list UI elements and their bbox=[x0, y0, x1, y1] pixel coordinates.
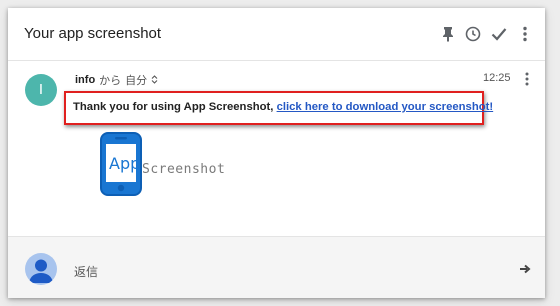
message-more-icon[interactable] bbox=[520, 70, 534, 88]
logo-name: Screenshot bbox=[142, 162, 226, 177]
reply-bar: 返信 bbox=[8, 236, 545, 298]
sender-line: info から 自分 bbox=[75, 72, 158, 88]
message-time: 12:25 bbox=[483, 72, 511, 84]
user-avatar-icon bbox=[25, 253, 57, 285]
from-particle: から bbox=[99, 75, 122, 87]
details-toggle-icon[interactable] bbox=[151, 74, 158, 86]
body-text: Thank you for using App Screenshot, bbox=[73, 101, 277, 113]
sender-avatar: I bbox=[25, 74, 57, 106]
download-link[interactable]: click here to download your screenshot! bbox=[277, 101, 494, 113]
more-vert-icon[interactable] bbox=[515, 24, 535, 44]
logo-prefix: App bbox=[109, 154, 141, 173]
sender-name: info bbox=[75, 74, 96, 86]
send-arrow-icon[interactable] bbox=[517, 261, 533, 277]
check-icon[interactable] bbox=[489, 24, 509, 44]
message-body: Thank you for using App Screenshot, clic… bbox=[73, 101, 493, 113]
email-card: Your app screenshot I info から 自分 12:25 T… bbox=[8, 8, 545, 298]
email-subject: Your app screenshot bbox=[24, 25, 162, 42]
clock-icon[interactable] bbox=[463, 24, 483, 44]
email-header: Your app screenshot bbox=[8, 8, 545, 61]
reply-field[interactable]: 返信 bbox=[74, 263, 98, 280]
recipient-name: 自分 bbox=[125, 75, 148, 87]
pin-icon[interactable] bbox=[438, 24, 458, 44]
